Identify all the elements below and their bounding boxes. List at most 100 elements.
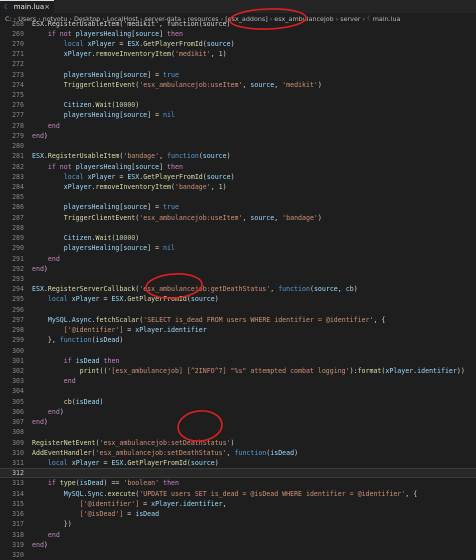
code-text: })	[32, 519, 72, 529]
code-line[interactable]: 301 if isDead then	[0, 356, 476, 366]
code-line[interactable]: 294 ESX.RegisterServerCallback('esx_ambul…	[0, 284, 476, 294]
code-line[interactable]: 274 TriggerClientEvent('esx_ambulancejob…	[0, 80, 476, 90]
code-token: execute	[107, 489, 136, 498]
code-line[interactable]: 270 local xPlayer = ESX.GetPlayerFromId(…	[0, 39, 476, 49]
code-line[interactable]: 308	[0, 427, 476, 437]
code-line[interactable]: 273 playersHealing[source] = true	[0, 70, 476, 80]
line-number: 292	[12, 264, 24, 273]
code-line[interactable]: 276 Citizen.Wait(10000)	[0, 100, 476, 110]
code-text: local xPlayer = ESX.GetPlayerFromId(sour…	[32, 172, 235, 182]
code-token: source	[123, 111, 148, 120]
code-token: =	[99, 458, 112, 467]
code-line[interactable]: 277 playersHealing[source] = nil	[0, 110, 476, 120]
code-line[interactable]: 290 playersHealing[source] = nil	[0, 243, 476, 253]
code-token: 10000	[115, 234, 136, 243]
code-token: ESX	[32, 152, 44, 161]
line-number: 270	[12, 39, 24, 48]
line-number: 291	[12, 254, 24, 263]
code-line[interactable]: 302 print(('[esx_ambulancejob] [^2INFO^7…	[0, 366, 476, 376]
code-line[interactable]: 282 if not playersHealing[source] then	[0, 162, 476, 172]
close-icon[interactable]: ×	[44, 3, 50, 11]
code-line[interactable]: 293	[0, 274, 476, 284]
code-line[interactable]: 311 local xPlayer = ESX.GetPlayerFromId(…	[0, 458, 476, 468]
code-token: =	[115, 39, 128, 48]
code-line[interactable]: 295 local xPlayer = ESX.GetPlayerFromId(…	[0, 294, 476, 304]
code-token: )	[226, 152, 231, 161]
code-line[interactable]: 306 end)	[0, 407, 476, 417]
code-token: =	[123, 510, 136, 519]
code-line[interactable]: 317 })	[0, 519, 476, 529]
code-line[interactable]: 304	[0, 386, 476, 396]
code-line[interactable]: 285	[0, 192, 476, 202]
tab-main-lua[interactable]: ☾ main.lua ×	[0, 0, 54, 13]
lua-file-icon: ☾	[4, 3, 9, 11]
code-line[interactable]: 287 TriggerClientEvent('esx_ambulancejob…	[0, 213, 476, 223]
code-token: ESX	[127, 172, 140, 181]
code-token: Citizen	[63, 234, 92, 243]
code-line[interactable]: 288	[0, 223, 476, 233]
code-line[interactable]: 280	[0, 141, 476, 151]
code-line[interactable]: 314 MySQL.Sync.execute('UPDATE users SET…	[0, 489, 476, 499]
code-line[interactable]: 291 end	[0, 254, 476, 264]
code-line[interactable]: 297 MySQL.Async.fetchScalar('SELECT is_d…	[0, 315, 476, 325]
code-line[interactable]: 279 end)	[0, 131, 476, 141]
line-number: 298	[12, 326, 24, 335]
code-editor[interactable]: 268 ESX.RegisterUsableItem('medikit', fun…	[0, 20, 476, 559]
code-line[interactable]: 286 playersHealing[source] = true	[0, 202, 476, 212]
code-line[interactable]: 312	[0, 468, 476, 479]
line-number: 294	[12, 285, 24, 294]
code-text: end	[32, 121, 60, 131]
code-line[interactable]: 269 if not playersHealing[source] then	[0, 29, 476, 39]
code-token: source	[202, 152, 227, 161]
code-line[interactable]: 278 end	[0, 121, 476, 131]
code-line[interactable]: 281 ESX.RegisterUsableItem('bandage', fun…	[0, 151, 476, 161]
code-line[interactable]: 275	[0, 90, 476, 100]
code-line[interactable]: 320	[0, 550, 476, 560]
code-line[interactable]: 309 RegisterNetEvent('esx_ambulancejob:se…	[0, 438, 476, 448]
code-line[interactable]: 319 end)	[0, 540, 476, 550]
code-token: true	[163, 70, 179, 79]
code-token: source	[313, 285, 338, 294]
code-line[interactable]: 289 Citizen.Wait(10000)	[0, 233, 476, 243]
code-line[interactable]: 283 local xPlayer = ESX.GetPlayerFromId(…	[0, 172, 476, 182]
code-token: GetPlayerFromId	[143, 172, 203, 181]
code-line[interactable]: 300	[0, 346, 476, 356]
code-line[interactable]: 284 xPlayer.removeInventoryItem('bandage…	[0, 182, 476, 192]
line-number: 272	[12, 60, 24, 69]
code-line[interactable]: 271 xPlayer.removeInventoryItem('medikit…	[0, 49, 476, 59]
code-token: '[esx_ambulancejob] [^2INFO^7] "%s" atte…	[107, 366, 350, 375]
code-token: 'UPDATE users SET is_dead = @isDead WHER…	[139, 489, 406, 498]
code-line[interactable]: 313 if type(isDead) == 'boolean' then	[0, 478, 476, 488]
code-line[interactable]: 298 ['@identifier'] = xPlayer.identifier	[0, 325, 476, 335]
code-token: Sync	[87, 489, 104, 498]
code-text: ESX.RegisterServerCallback('esx_ambulanc…	[32, 284, 358, 294]
line-number: 309	[12, 438, 24, 447]
code-token: isDead	[75, 356, 100, 365]
code-token: identifier	[167, 326, 207, 335]
code-token: )	[214, 458, 219, 467]
code-line[interactable]: 305 cb(isDead)	[0, 397, 476, 407]
code-line[interactable]: 303 end	[0, 376, 476, 386]
line-number: 274	[12, 80, 24, 89]
code-token: end	[47, 121, 60, 130]
code-text: if not playersHealing[source] then	[32, 29, 183, 39]
code-token: identifier	[417, 366, 457, 375]
code-line[interactable]: 310 AddEventHandler('esx_ambulancejob:set…	[0, 448, 476, 458]
code-line[interactable]: 299 }, function(isDead)	[0, 335, 476, 345]
code-token: )	[230, 172, 235, 181]
code-token: )	[294, 448, 299, 457]
code-line[interactable]: 268 ESX.RegisterUsableItem('medikit', fun…	[0, 19, 476, 29]
code-line[interactable]: 307 end)	[0, 417, 476, 427]
code-line[interactable]: 315 ['@identifier'] = xPlayer.identifier…	[0, 499, 476, 509]
code-text: MySQL.Sync.execute('UPDATE users SET is_…	[32, 489, 417, 499]
code-line[interactable]: 292 end)	[0, 264, 476, 274]
code-line[interactable]: 272	[0, 59, 476, 69]
code-token: )	[317, 213, 322, 222]
code-token: end	[63, 377, 76, 386]
code-line[interactable]: 318 end	[0, 530, 476, 540]
code-line[interactable]: 296	[0, 305, 476, 315]
code-token: ,	[274, 213, 283, 222]
code-line[interactable]: 316 ['@isDead'] = isDead	[0, 509, 476, 519]
